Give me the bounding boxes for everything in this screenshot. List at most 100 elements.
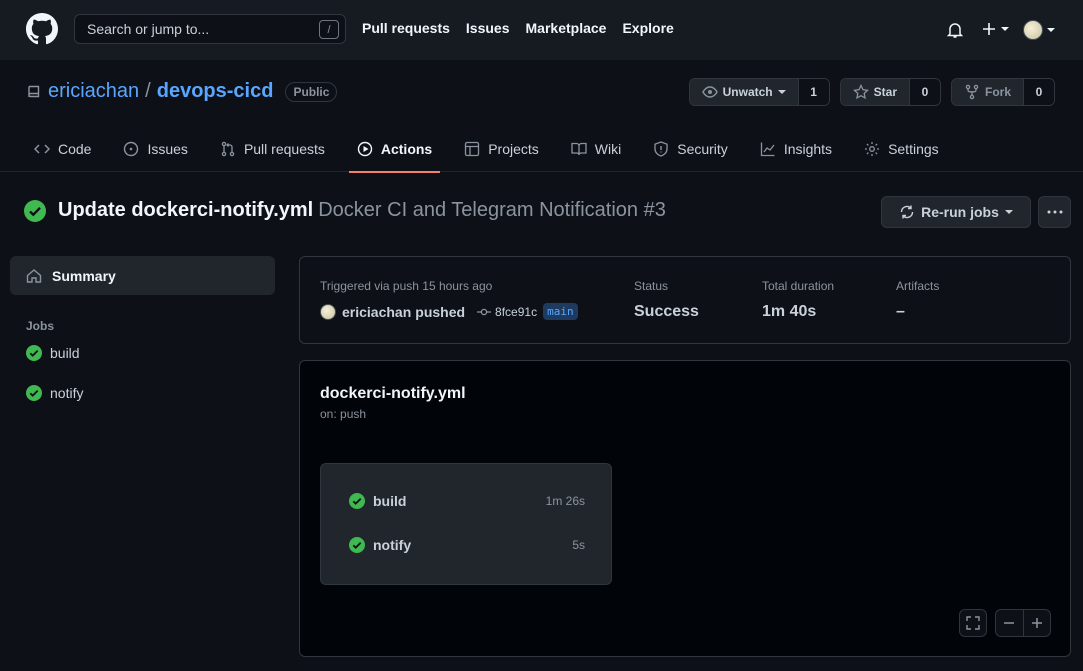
commit-sha-link[interactable]: 8fce91c (477, 305, 537, 319)
job-duration: 5s (572, 538, 585, 552)
unwatch-label: Unwatch (722, 85, 773, 99)
run-sidebar: Summary Jobs build notify (10, 256, 275, 413)
nav-explore[interactable]: Explore (622, 20, 673, 36)
artifacts-value: – (896, 303, 905, 320)
search-shortcut-hint: / (319, 20, 339, 39)
table-icon (465, 141, 480, 157)
plus-icon (1031, 618, 1042, 628)
graph-icon (760, 142, 775, 157)
job-name: notify (373, 537, 412, 553)
shield-icon (654, 141, 668, 157)
fork-group: Fork 0 (950, 78, 1055, 106)
tab-projects[interactable]: Projects (456, 126, 547, 172)
tab-label: Settings (888, 141, 939, 157)
graph-job-build[interactable]: build 1m 26s (349, 493, 585, 509)
tab-settings[interactable]: Settings (856, 126, 947, 172)
status-column: Status Success (634, 279, 699, 321)
workflow-trigger: on: push (320, 407, 367, 421)
rerun-jobs-button[interactable]: Re-run jobs (881, 196, 1031, 228)
caret-down-icon (1004, 210, 1013, 214)
avatar (1023, 20, 1043, 40)
eye-icon (701, 86, 718, 98)
fullscreen-button[interactable] (959, 609, 987, 637)
zoom-out-button[interactable] (996, 610, 1024, 636)
graph-job-notify[interactable]: notify 5s (349, 537, 585, 553)
repo-icon (28, 85, 40, 97)
sidebar-item-summary[interactable]: Summary (10, 256, 275, 295)
nav-pull-requests[interactable]: Pull requests (362, 20, 450, 36)
sidebar-job-notify[interactable]: notify (10, 373, 275, 413)
repo-tabs: Code Issues Pull requests Actions Projec… (26, 126, 963, 173)
issue-icon (124, 141, 139, 157)
tab-security[interactable]: Security (645, 126, 736, 172)
tab-wiki[interactable]: Wiki (563, 126, 629, 172)
tab-code[interactable]: Code (26, 126, 99, 172)
workflow-graph: dockerci-notify.yml on: push build 1m 26… (299, 360, 1071, 657)
zoom-in-button[interactable] (1024, 610, 1051, 636)
fork-count[interactable]: 0 (1024, 79, 1054, 105)
pull-request-icon (221, 141, 235, 157)
caret-down-icon (777, 90, 786, 94)
plus-icon (983, 23, 995, 35)
tab-actions[interactable]: Actions (348, 126, 441, 173)
fork-label: Fork (984, 85, 1011, 99)
repo-name-link[interactable]: devops-cicd (157, 80, 274, 103)
duration-label: Total duration (762, 279, 835, 293)
sidebar-job-build[interactable]: build (10, 333, 275, 373)
breadcrumb-separator: / (145, 80, 151, 102)
fork-button[interactable]: Fork (951, 79, 1024, 105)
user-menu-button[interactable] (1023, 20, 1055, 40)
tab-label: Projects (488, 141, 539, 157)
star-count[interactable]: 0 (909, 79, 940, 105)
visibility-badge: Public (285, 81, 338, 102)
star-label: Star (873, 85, 897, 99)
tab-label: Code (58, 141, 92, 157)
home-icon (26, 268, 42, 283)
status-value: Success (634, 303, 699, 320)
trigger-text: Triggered via push 15 hours ago (320, 279, 493, 293)
create-new-button[interactable] (981, 21, 1009, 37)
tab-insights[interactable]: Insights (752, 126, 840, 172)
branch-label[interactable]: main (543, 303, 578, 320)
star-button[interactable]: Star (840, 79, 910, 105)
tab-label: Pull requests (243, 141, 325, 157)
tab-label: Actions (380, 141, 433, 157)
rerun-label: Re-run jobs (921, 204, 999, 220)
play-icon (357, 141, 373, 157)
status-label: Status (634, 279, 669, 293)
more-options-button[interactable] (1038, 196, 1071, 228)
artifacts-label: Artifacts (896, 279, 940, 293)
github-logo-icon[interactable] (26, 13, 58, 45)
tab-issues[interactable]: Issues (115, 126, 195, 172)
tab-label: Wiki (594, 141, 622, 157)
push-info: ericiachan pushed 8fce91c main (320, 303, 578, 320)
nav-marketplace[interactable]: Marketplace (526, 20, 607, 36)
tab-label: Insights (783, 141, 833, 157)
fullscreen-icon (966, 616, 980, 630)
run-summary-card: Triggered via push 15 hours ago ericiach… (299, 256, 1071, 344)
watch-count[interactable]: 1 (798, 79, 829, 105)
star-group: Star 0 (839, 78, 941, 106)
unwatch-button[interactable]: Unwatch (689, 79, 799, 105)
star-icon (852, 84, 869, 100)
run-commit-title: Update dockerci-notify.yml (58, 199, 314, 221)
bell-icon[interactable] (947, 21, 963, 39)
minus-icon (1004, 622, 1015, 624)
repo-owner-link[interactable]: ericiachan (48, 80, 139, 103)
jobs-heading: Jobs (26, 319, 55, 333)
tab-pull-requests[interactable]: Pull requests (212, 126, 333, 172)
kebab-horizontal-icon (1047, 210, 1062, 214)
job-duration: 1m 26s (545, 494, 585, 508)
success-check-icon (349, 537, 365, 553)
commit-icon (477, 308, 492, 315)
gear-icon (865, 142, 880, 156)
global-nav: Pull requests Issues Marketplace Explore (362, 20, 674, 36)
nav-issues[interactable]: Issues (466, 20, 510, 36)
run-workflow-label: Docker CI and Telegram Notification #3 (318, 199, 666, 221)
actor-link[interactable]: ericiachan (342, 304, 411, 320)
watch-group: Unwatch 1 (688, 78, 830, 106)
fork-icon (965, 84, 979, 100)
search-input[interactable]: Search or jump to... / (74, 14, 346, 44)
global-header: Search or jump to... / Pull requests Iss… (0, 0, 1083, 60)
artifacts-column: Artifacts – (896, 279, 939, 321)
